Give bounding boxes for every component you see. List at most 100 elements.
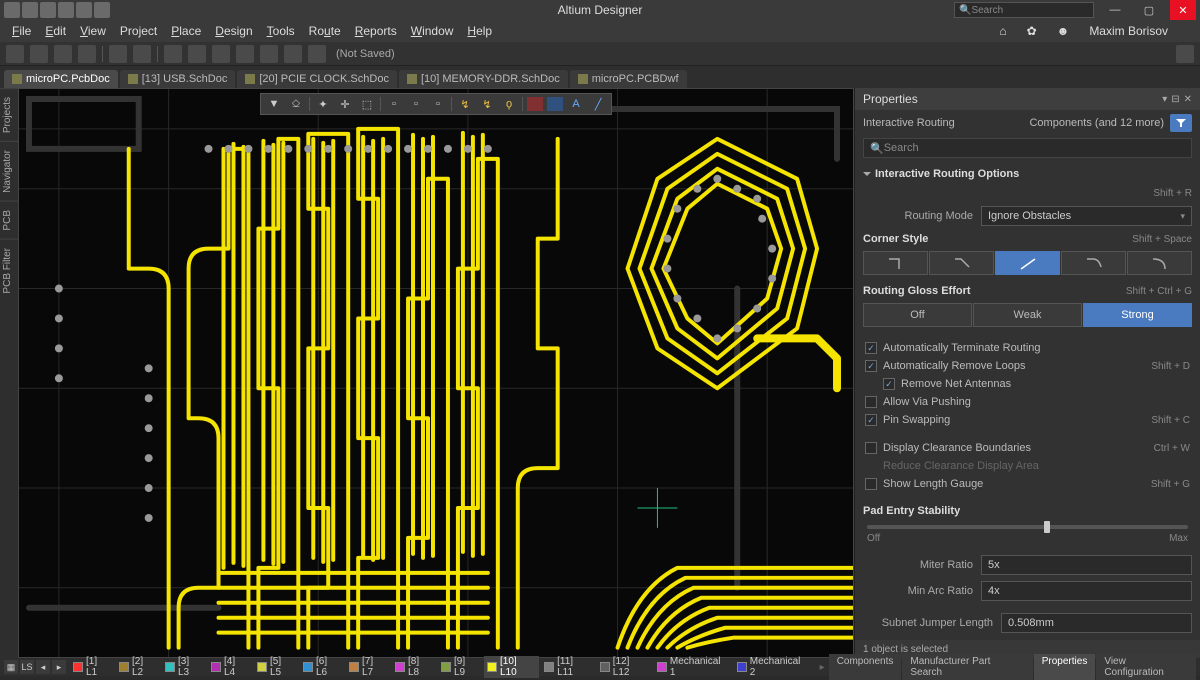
tool-btn[interactable]	[6, 45, 24, 63]
gloss-off-btn[interactable]: Off	[863, 303, 972, 327]
check-row[interactable]: Display Clearance BoundariesCtrl + W	[855, 439, 1200, 457]
doc-tab[interactable]: [13] USB.SchDoc	[120, 70, 236, 88]
layer-chip[interactable]: [7] L7	[346, 656, 390, 678]
tool-btn[interactable]	[212, 45, 230, 63]
tb-icon[interactable]	[94, 2, 110, 18]
tool-btn[interactable]	[109, 45, 127, 63]
doc-tab[interactable]: [20] PCIE CLOCK.SchDoc	[237, 70, 397, 88]
pcb-canvas[interactable]: ▼ ⎐ ✦ ✛ ⬚ ▫ ▫ ▫ ↯ ↯ ϙ A ╱	[18, 88, 854, 658]
menu-reports[interactable]: Reports	[349, 22, 403, 40]
tool-btn[interactable]	[236, 45, 254, 63]
minimize-btn[interactable]: —	[1102, 0, 1128, 20]
tb-icon[interactable]	[22, 2, 38, 18]
layer-chip[interactable]: [5] L5	[254, 656, 298, 678]
layer-chip[interactable]: Mechanical 2	[734, 656, 812, 678]
tool-btn[interactable]	[284, 45, 302, 63]
pad-stability-slider[interactable]	[855, 521, 1200, 533]
home-icon[interactable]: ⌂	[993, 22, 1012, 40]
layer-chip[interactable]: [2] L2	[116, 656, 160, 678]
checkbox-icon[interactable]	[865, 478, 877, 490]
canvas-tool[interactable]: ϙ	[500, 96, 518, 112]
check-row[interactable]: Show Length GaugeShift + G	[855, 475, 1200, 493]
nav-next[interactable]: ▸	[820, 662, 825, 673]
panel-pin-icon[interactable]: ▾	[1162, 94, 1167, 105]
check-row[interactable]: Remove Net Antennas	[855, 375, 1200, 393]
layer-chip[interactable]: [8] L8	[392, 656, 436, 678]
canvas-tool[interactable]: ✦	[314, 96, 332, 112]
status-tab[interactable]: Manufacturer Part Search	[902, 654, 1032, 680]
side-tab-pcb[interactable]: PCB	[0, 201, 18, 239]
checkbox-icon[interactable]	[865, 342, 877, 354]
subnet-input[interactable]: 0.508mm	[1001, 613, 1192, 633]
layer-chip[interactable]: [12] L12	[597, 656, 652, 678]
canvas-tool[interactable]: ⬚	[358, 96, 376, 112]
tb-icon[interactable]	[76, 2, 92, 18]
layer-chip[interactable]: [4] L4	[208, 656, 252, 678]
status-tab[interactable]: Properties	[1034, 654, 1096, 680]
corner-arc90-btn[interactable]	[1127, 251, 1192, 275]
corner-arc45-btn[interactable]	[1061, 251, 1126, 275]
gloss-weak-btn[interactable]: Weak	[973, 303, 1082, 327]
ls-chip[interactable]: LS	[20, 660, 34, 674]
checkbox-icon[interactable]	[883, 378, 895, 390]
check-row[interactable]: Automatically Terminate Routing	[855, 339, 1200, 357]
layer-chip[interactable]: [1] L1	[70, 656, 114, 678]
tool-btn[interactable]	[308, 45, 326, 63]
corner-90-btn[interactable]	[863, 251, 928, 275]
canvas-tool[interactable]: ▫	[429, 96, 447, 112]
layer-chip[interactable]: [11] L11	[541, 656, 595, 678]
status-tab[interactable]: Components	[829, 654, 902, 680]
corner-any-btn[interactable]	[995, 251, 1060, 275]
menu-edit[interactable]: Edit	[39, 22, 72, 40]
close-btn[interactable]: ✕	[1170, 0, 1196, 20]
canvas-tool[interactable]: ▼	[265, 96, 283, 112]
menu-view[interactable]: View	[74, 22, 112, 40]
layer-chip[interactable]: [10] L10	[484, 656, 539, 678]
layer-chip[interactable]: [9] L9	[438, 656, 482, 678]
checkbox-icon[interactable]	[865, 360, 877, 372]
canvas-tool[interactable]: ✛	[336, 96, 354, 112]
canvas-tool[interactable]: ▫	[385, 96, 403, 112]
filter-icon[interactable]	[1170, 114, 1192, 132]
canvas-tool[interactable]: ↯	[478, 96, 496, 112]
routing-mode-dropdown[interactable]: Ignore Obstacles	[981, 206, 1192, 226]
menu-window[interactable]: Window	[405, 22, 460, 40]
doc-tab[interactable]: [10] MEMORY-DDR.SchDoc	[399, 70, 568, 88]
menu-help[interactable]: Help	[461, 22, 498, 40]
menu-route[interactable]: Route	[303, 22, 347, 40]
check-row[interactable]: Allow Via Pushing	[855, 393, 1200, 411]
layer-chip[interactable]: [6] L6	[300, 656, 344, 678]
global-search[interactable]: 🔍 Search	[954, 2, 1094, 18]
canvas-tool[interactable]: ↯	[456, 96, 474, 112]
filter-label[interactable]: Components (and 12 more)	[1029, 117, 1164, 129]
layer-mode-btn[interactable]: ▦	[4, 660, 18, 674]
tool-btn[interactable]	[188, 45, 206, 63]
menu-design[interactable]: Design	[209, 22, 258, 40]
menu-file[interactable]: File	[6, 22, 37, 40]
tool-btn[interactable]	[133, 45, 151, 63]
gear-icon[interactable]: ✿	[1021, 22, 1043, 40]
minarc-input[interactable]: 4x	[981, 581, 1192, 601]
tool-btn[interactable]	[30, 45, 48, 63]
miter-input[interactable]: 5x	[981, 555, 1192, 575]
nav-first[interactable]: ◂	[36, 660, 50, 674]
cloud-icon[interactable]	[1176, 45, 1194, 63]
canvas-tool[interactable]	[527, 97, 543, 111]
menu-tools[interactable]: Tools	[261, 22, 301, 40]
canvas-tool[interactable]: ╱	[589, 96, 607, 112]
maximize-btn[interactable]: ▢	[1136, 0, 1162, 20]
gloss-strong-btn[interactable]: Strong	[1083, 303, 1192, 327]
doc-tab[interactable]: microPC.PcbDoc	[4, 70, 118, 88]
checkbox-icon[interactable]	[865, 442, 877, 454]
canvas-tool[interactable]: ⎐	[287, 96, 305, 112]
tb-icon[interactable]	[58, 2, 74, 18]
panel-search[interactable]: 🔍 Search	[863, 138, 1192, 158]
tool-btn[interactable]	[164, 45, 182, 63]
checkbox-icon[interactable]	[865, 396, 877, 408]
user-icon[interactable]: ☻	[1051, 22, 1076, 40]
menu-project[interactable]: Project	[114, 22, 163, 40]
check-row[interactable]: Automatically Remove LoopsShift + D	[855, 357, 1200, 375]
check-row[interactable]: Pin SwappingShift + C	[855, 411, 1200, 429]
checkbox-icon[interactable]	[865, 414, 877, 426]
tool-btn[interactable]	[260, 45, 278, 63]
